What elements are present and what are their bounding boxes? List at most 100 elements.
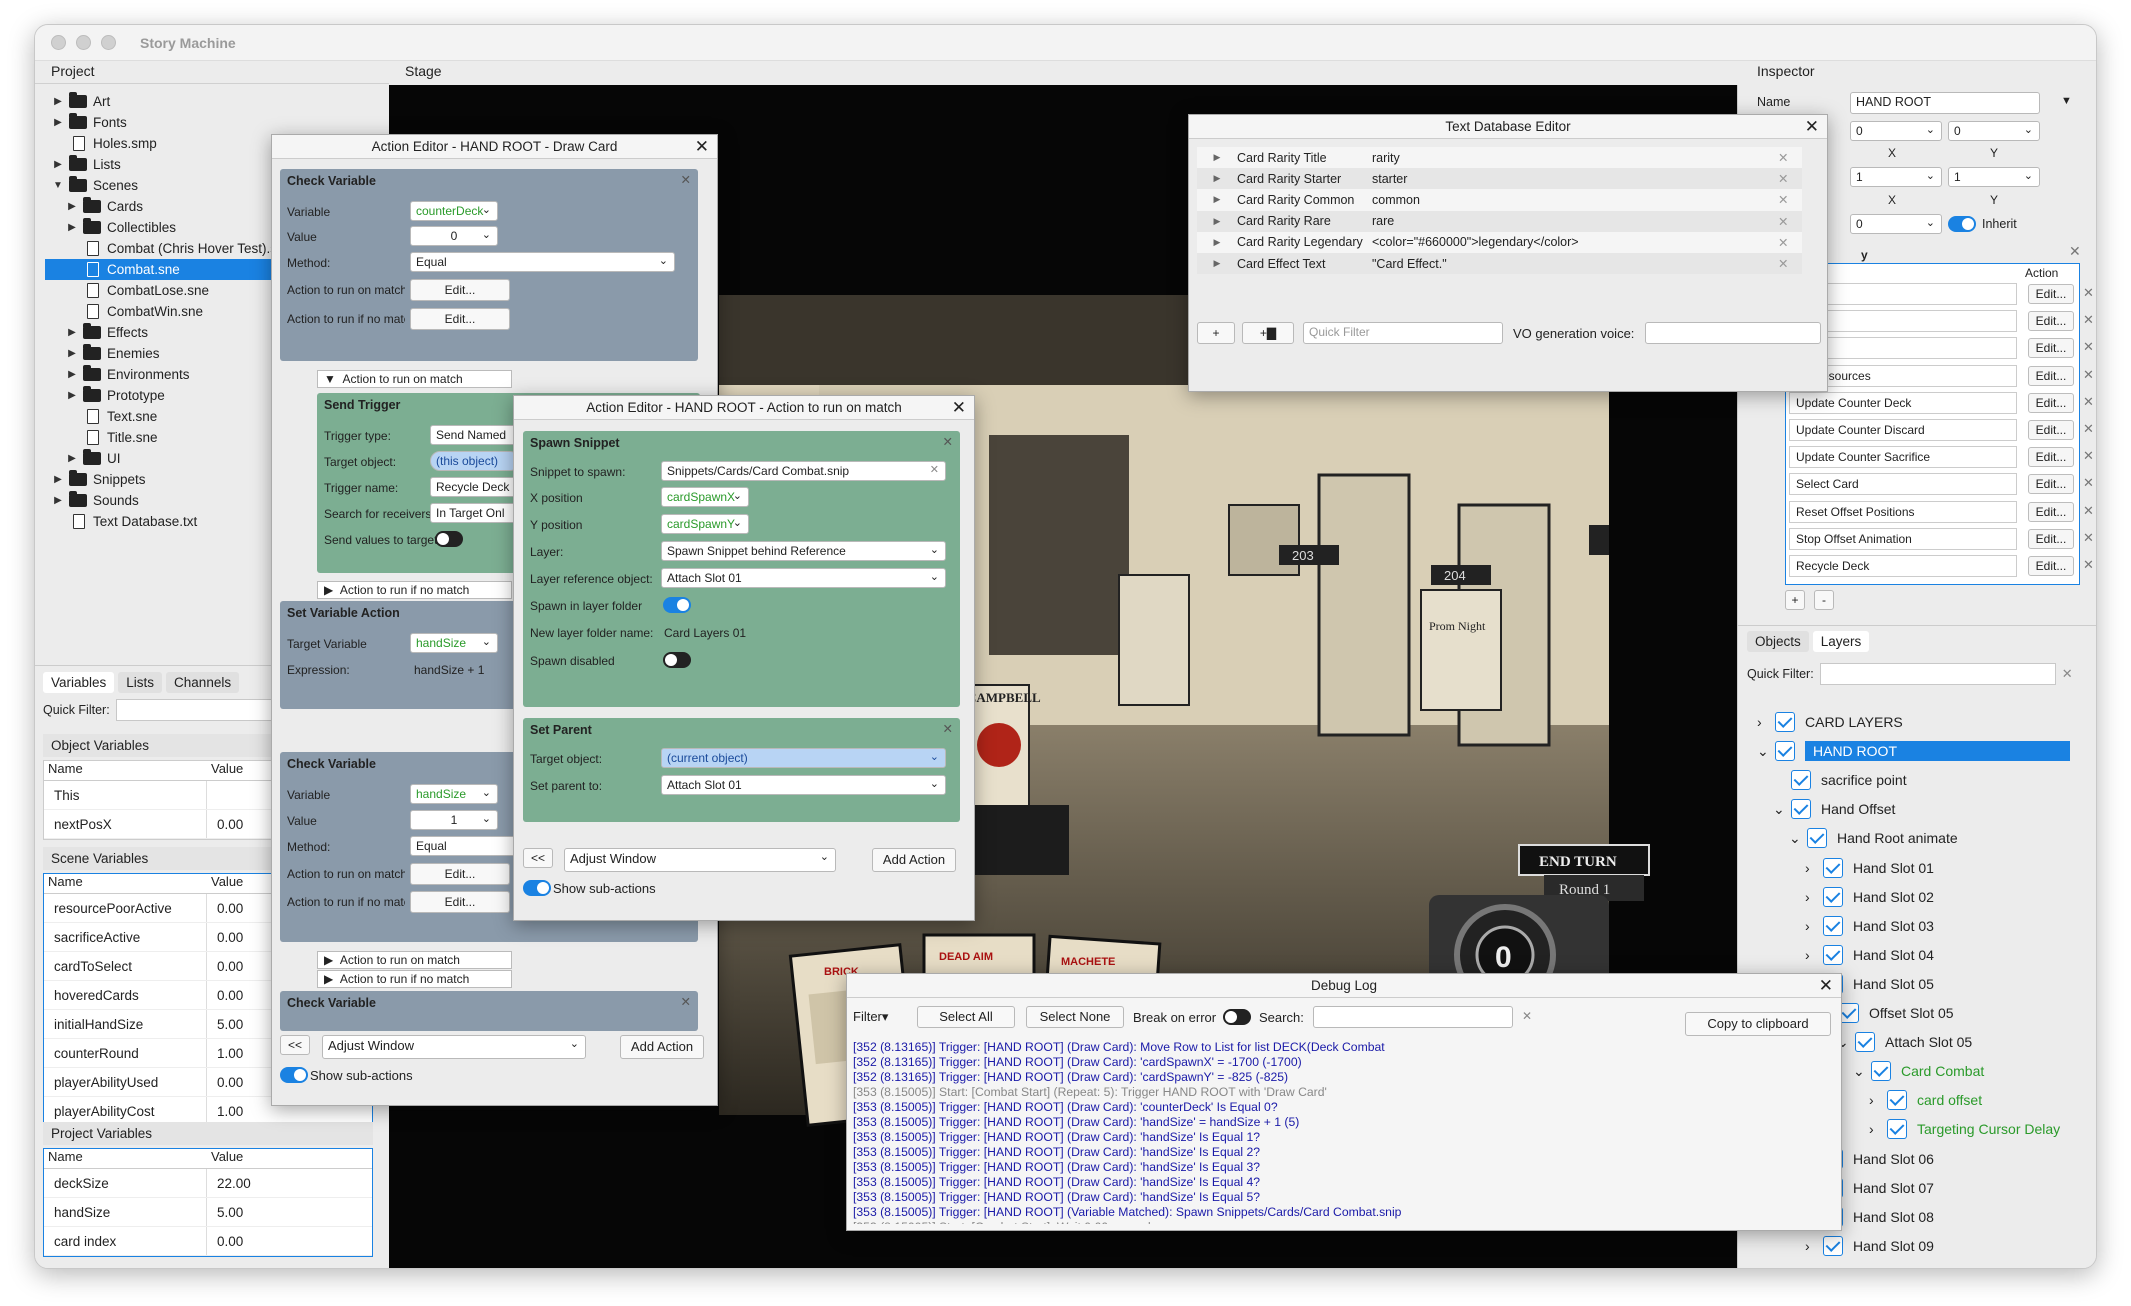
rotation-input[interactable]: 0 ⌄ — [1850, 214, 1942, 234]
break-on-error-toggle[interactable] — [1223, 1009, 1251, 1025]
layer-row[interactable]: ⌄ HAND ROOT — [1757, 740, 2070, 762]
triggers-close-icon[interactable]: ✕ — [2069, 243, 2081, 260]
variable-value[interactable]: 22.00 — [207, 1176, 372, 1191]
filter-menu[interactable]: Filter▾ — [853, 1009, 888, 1025]
delete-row-icon[interactable]: ✕ — [1778, 192, 1802, 207]
expand-arrow-icon[interactable]: ▶ — [1197, 216, 1237, 227]
edit-nomatch-button[interactable]: Edit... — [410, 891, 510, 913]
clear-filter-icon[interactable]: ✕ — [2062, 666, 2073, 682]
new-folder-name-value[interactable]: Card Layers 01 — [664, 626, 746, 640]
layer-row[interactable]: ⌄ Hand Offset — [1773, 798, 1895, 820]
clear-search-icon[interactable]: ✕ — [1522, 1009, 1532, 1023]
position-x-input[interactable]: 0 ⌄ — [1850, 121, 1942, 141]
expand-arrow-icon[interactable]: ▶ — [1197, 237, 1237, 248]
back-button[interactable]: << — [280, 1035, 310, 1055]
adjust-window-select[interactable]: Adjust Window ⌄ — [322, 1035, 586, 1059]
add-action-button[interactable]: Add Action — [872, 848, 956, 872]
zoom-window-icon[interactable] — [101, 35, 116, 50]
visibility-checkbox[interactable] — [1823, 886, 1843, 907]
expand-arrow-icon[interactable]: › — [1805, 918, 1823, 934]
layer-row[interactable]: › Hand Slot 01 — [1805, 857, 1934, 879]
close-icon[interactable]: ✕ — [695, 135, 709, 159]
vo-voice-input[interactable] — [1645, 322, 1821, 344]
tree-item[interactable]: ▶ Fonts — [45, 112, 395, 133]
delete-row-icon[interactable]: ✕ — [1778, 150, 1802, 165]
visibility-checkbox[interactable] — [1807, 828, 1827, 849]
variable-value[interactable]: 0.00 — [207, 1234, 372, 1249]
log-line[interactable]: [353 (8.15005)] Trigger: [HAND ROOT] (Dr… — [853, 1145, 1817, 1160]
expand-arrow-icon[interactable]: ⌄ — [1757, 743, 1775, 760]
trigger-name[interactable]: Reset Offset Positions — [1789, 500, 2017, 523]
layer-row[interactable]: › CARD LAYERS — [1757, 711, 1903, 733]
trigger-name[interactable]: Update Counter Discard — [1789, 419, 2017, 441]
minimize-window-icon[interactable] — [76, 35, 91, 50]
close-icon[interactable]: ✕ — [681, 172, 691, 187]
edit-trigger-button[interactable]: Edit... — [2028, 311, 2074, 332]
variable-value[interactable]: 5.00 — [207, 1205, 372, 1220]
trigger-name-input[interactable]: Recycle Deck — [430, 477, 520, 497]
add-action-button[interactable]: Add Action — [620, 1035, 704, 1059]
visibility-checkbox[interactable] — [1823, 857, 1843, 878]
visibility-checkbox[interactable] — [1823, 1235, 1843, 1256]
expand-arrow-icon[interactable]: ▶ — [65, 390, 79, 401]
layer-row[interactable]: › Hand Slot 04 — [1805, 944, 1934, 966]
remove-trigger-icon[interactable]: ✕ — [2083, 448, 2094, 464]
expand-arrow-icon[interactable]: ▶ — [1197, 194, 1237, 205]
quick-filter-input[interactable]: Quick Filter — [1303, 322, 1503, 344]
log-line[interactable]: [353 (8.15005)] Trigger: [HAND ROOT] (Dr… — [853, 1100, 1817, 1115]
target-variable-select[interactable]: handSize ⌄ — [410, 633, 498, 653]
text-db-row[interactable]: ▶ Card Rarity Starter starter ✕ — [1197, 168, 1802, 190]
parent-to-select[interactable]: Attach Slot 01 ⌄ — [661, 775, 946, 795]
text-db-row[interactable]: ▶ Card Effect Text "Card Effect." ✕ — [1197, 252, 1802, 275]
snippet-input[interactable]: Snippets/Cards/Card Combat.snip ✕ — [661, 461, 946, 481]
tab-layers[interactable]: Layers — [1812, 631, 1870, 652]
close-icon[interactable]: ✕ — [1819, 974, 1833, 998]
edit-trigger-button[interactable]: Edit... — [2028, 392, 2074, 413]
close-icon[interactable]: ✕ — [943, 721, 953, 736]
add-trigger-button[interactable]: + — [1785, 590, 1805, 610]
run-if-no-match-toggle[interactable]: ▶ Action to run if no match — [317, 581, 512, 599]
show-sub-actions-toggle[interactable] — [280, 1067, 308, 1083]
inherit-toggle[interactable] — [1948, 216, 1976, 232]
run-if-no-match-toggle-2[interactable]: ▶ Action to run if no match — [317, 970, 512, 988]
layer-row[interactable]: › Hand Slot 02 — [1805, 886, 1934, 908]
spawn-disabled-toggle[interactable] — [663, 652, 691, 668]
copy-to-clipboard-button[interactable]: Copy to clipboard — [1685, 1012, 1831, 1036]
remove-trigger-icon[interactable]: ✕ — [2083, 557, 2094, 573]
text-value[interactable]: "Card Effect." — [1372, 257, 1778, 271]
expand-arrow-icon[interactable]: ▶ — [51, 96, 65, 107]
add-row-button[interactable]: + — [1197, 322, 1235, 344]
text-db-row[interactable]: ▶ Card Rarity Common common ✕ — [1197, 189, 1802, 211]
layer-select[interactable]: Spawn Snippet behind Reference ⌄ — [661, 541, 946, 561]
edit-trigger-button[interactable]: Edit... — [2028, 365, 2074, 386]
log-line[interactable]: [353 (8.15005)] Trigger: [HAND ROOT] (Dr… — [853, 1130, 1817, 1145]
run-on-match-toggle-2[interactable]: ▶ Action to run on match — [317, 951, 512, 969]
y-position-select[interactable]: cardSpawnY ⌄ — [661, 514, 749, 534]
expression-value[interactable]: handSize + 1 — [414, 663, 484, 677]
expand-arrow-icon[interactable]: ▶ — [51, 159, 65, 170]
text-value[interactable]: rarity — [1372, 151, 1778, 165]
layer-row[interactable]: › Hand Slot 03 — [1805, 915, 1934, 937]
edit-nomatch-button[interactable]: Edit... — [410, 308, 510, 330]
close-icon[interactable]: ✕ — [952, 396, 966, 420]
expand-arrow-icon[interactable]: › — [1805, 947, 1823, 963]
select-none-button[interactable]: Select None — [1026, 1006, 1124, 1028]
select-all-button[interactable]: Select All — [917, 1006, 1015, 1028]
edit-trigger-button[interactable]: Edit... — [2028, 447, 2074, 468]
text-db-row[interactable]: ▶ Card Rarity Legendary <color="#660000">l… — [1197, 231, 1802, 253]
layer-row[interactable]: › card offset — [1869, 1089, 1982, 1111]
edit-trigger-button[interactable]: Edit... — [2028, 501, 2074, 522]
trigger-name[interactable]: Update Counter Sacrifice — [1789, 446, 2017, 469]
expand-arrow-icon[interactable]: ▶ — [51, 474, 65, 485]
expand-arrow-icon[interactable]: › — [1805, 860, 1823, 876]
tab-lists[interactable]: Lists — [118, 672, 163, 693]
visibility-checkbox[interactable] — [1791, 799, 1811, 820]
text-value[interactable]: common — [1372, 193, 1778, 207]
delete-row-icon[interactable]: ✕ — [1778, 214, 1802, 229]
variable-select[interactable]: counterDeck ⌄ — [410, 201, 498, 221]
expand-arrow-icon[interactable]: › — [1805, 1238, 1823, 1254]
edit-match-button[interactable]: Edit... — [410, 279, 510, 301]
log-line[interactable]: [353 (8.15005)] Trigger: [HAND ROOT] (Dr… — [853, 1160, 1817, 1175]
log-line[interactable]: [352 (8.13165)] Trigger: [HAND ROOT] (Dr… — [853, 1070, 1817, 1085]
name-dropdown-icon[interactable]: ▼ — [2061, 95, 2072, 107]
